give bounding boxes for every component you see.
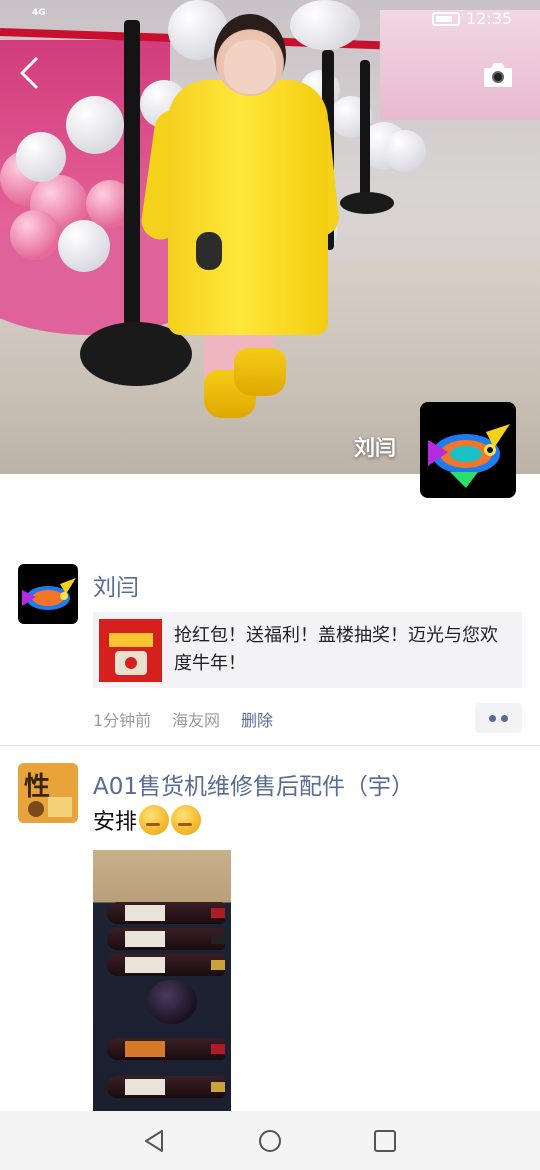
balloon <box>16 132 66 182</box>
signal-icon: 4G <box>32 8 46 18</box>
coat-pocket <box>196 232 222 270</box>
wine-bottle <box>107 902 225 924</box>
wine-bottle <box>107 954 225 976</box>
stanchion-base <box>340 192 394 214</box>
post-photo[interactable] <box>93 850 231 1112</box>
girl-face <box>224 40 276 94</box>
post-author-name[interactable]: 刘闫 <box>93 568 139 602</box>
wine-bottle <box>107 1038 225 1060</box>
post-text-content: 安排 <box>93 810 138 835</box>
link-thumbnail <box>99 619 162 682</box>
stanchion-post <box>124 20 140 350</box>
girl-yellow-coat <box>168 80 328 335</box>
balloon <box>58 220 110 272</box>
owner-avatar[interactable] <box>420 402 516 498</box>
shared-link-card[interactable]: 抢红包！送福利！盖楼抽奖！迈光与您欢度牛年！ <box>93 612 522 688</box>
moments-screen: 4G 12:35 刘闫 刘闫 抢红包！送福利！盖楼抽奖！迈光与您欢度牛年！ 1分… <box>0 0 540 1170</box>
wine-bottle <box>107 1076 225 1098</box>
post-time: 1分钟前 <box>93 711 152 730</box>
circle-home-icon[interactable] <box>257 1128 283 1154</box>
post-avatar[interactable] <box>18 564 78 624</box>
smirk-emoji-icon <box>171 805 202 835</box>
delete-link[interactable]: 删除 <box>241 707 273 731</box>
more-dots-icon[interactable] <box>475 703 522 733</box>
status-time: 12:35 <box>466 9 513 28</box>
svg-text:性: 性 <box>24 772 50 802</box>
girl-boot <box>234 348 286 396</box>
post-author-name[interactable]: A01售货机维修售后配件（宇） <box>93 767 414 801</box>
square-recent-icon[interactable] <box>372 1128 398 1154</box>
post-avatar[interactable]: 性 <box>18 763 78 823</box>
balloon <box>384 130 426 172</box>
smirk-emoji-icon <box>139 805 170 835</box>
wine-bottle <box>107 928 225 950</box>
link-title: 抢红包！送福利！盖楼抽奖！迈光与您欢度牛年！ <box>174 625 498 674</box>
balloon <box>10 210 60 260</box>
status-bar: 4G 12:35 <box>0 0 540 38</box>
cover-owner-name: 刘闫 <box>354 436 396 460</box>
system-nav-bar <box>0 1111 540 1170</box>
post-source[interactable]: 海友网 <box>172 707 220 731</box>
balloon <box>66 96 124 154</box>
triangle-back-icon[interactable] <box>141 1128 167 1154</box>
post-divider <box>0 745 540 746</box>
cognac-bottle <box>147 980 197 1024</box>
camera-icon[interactable] <box>481 60 515 90</box>
post-text: 安排 <box>93 804 202 836</box>
chevron-left-icon[interactable] <box>18 56 40 90</box>
battery-icon <box>432 12 460 26</box>
stanchion-post <box>360 60 370 200</box>
